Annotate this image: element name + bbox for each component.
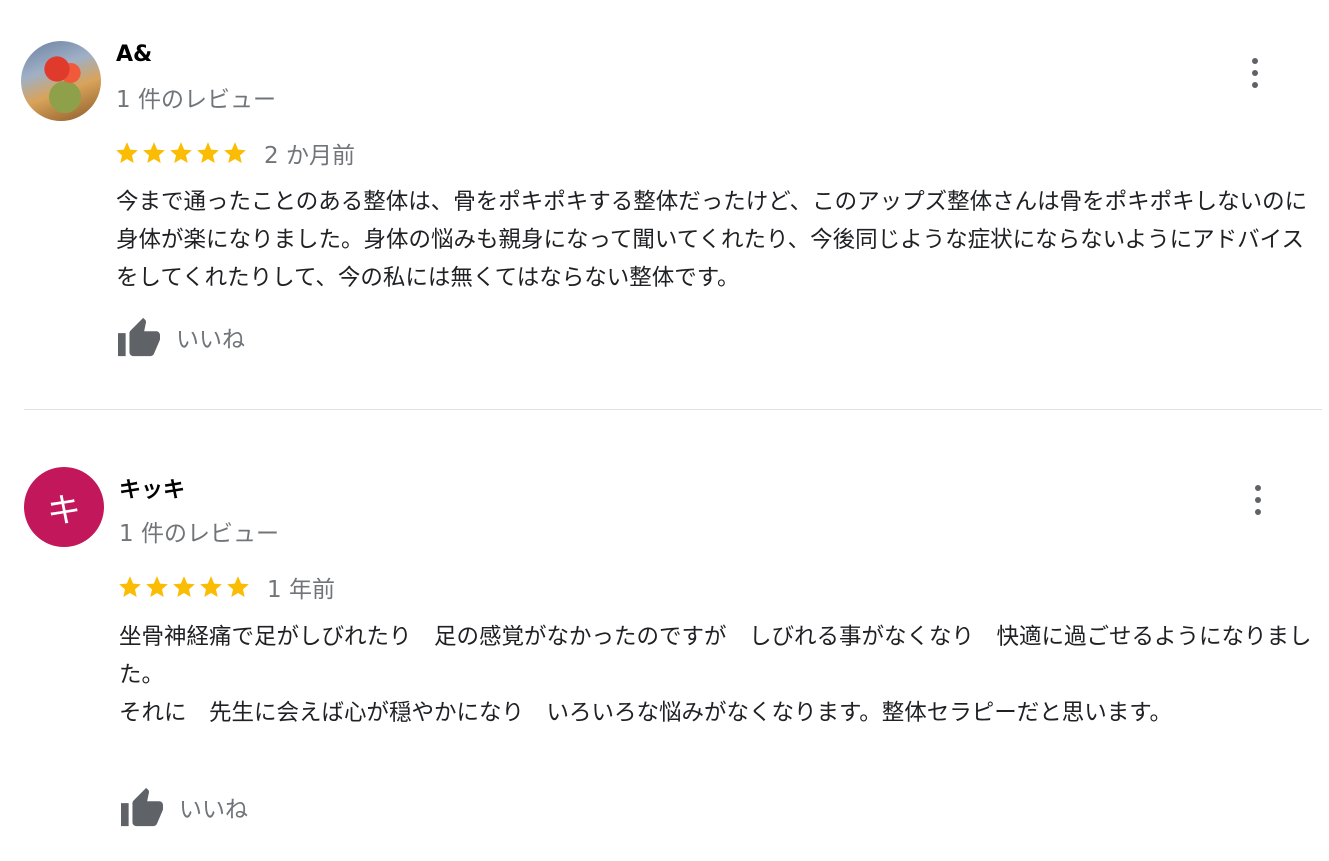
like-button[interactable]: いいね bbox=[119, 786, 248, 828]
reviewer-avatar[interactable]: キ bbox=[24, 467, 104, 547]
review-text: 坐骨神経痛で足がしびれたり 足の感覚がなかったのですが しびれる事がなくなり 快… bbox=[119, 624, 1312, 726]
star-rating bbox=[114, 140, 248, 166]
review-date: 2 か月前 bbox=[264, 143, 355, 169]
star-icon bbox=[146, 576, 168, 597]
review-divider bbox=[24, 409, 1322, 410]
star-icon bbox=[197, 142, 219, 163]
reviewer-avatar[interactable] bbox=[21, 41, 101, 121]
thumb-up-icon bbox=[118, 317, 160, 357]
rating-row: 2 か月前 bbox=[114, 136, 355, 170]
star-icon bbox=[143, 142, 165, 163]
star-icon bbox=[119, 576, 141, 597]
star-icon bbox=[116, 142, 138, 163]
review-count: 1 件のレビュー bbox=[116, 87, 276, 113]
thumb-up-icon bbox=[121, 787, 163, 827]
like-label: いいね bbox=[179, 797, 248, 823]
review-date: 1 年前 bbox=[267, 577, 335, 603]
more-options-icon[interactable] bbox=[1246, 483, 1270, 517]
review-count: 1 件のレビュー bbox=[119, 521, 279, 547]
more-options-icon[interactable] bbox=[1243, 56, 1267, 90]
rating-row: 1 年前 bbox=[117, 570, 335, 604]
review-text: 今まで通ったことのある整体は、骨をポキポキする整体だったけど、このアップズ整体さ… bbox=[116, 189, 1308, 291]
reviewer-name[interactable]: キッキ bbox=[119, 472, 185, 504]
star-icon bbox=[224, 142, 246, 163]
star-icon bbox=[173, 576, 195, 597]
star-rating bbox=[117, 574, 251, 600]
avatar-letter: キ bbox=[47, 490, 81, 531]
like-button[interactable]: いいね bbox=[116, 316, 245, 358]
star-icon bbox=[227, 576, 249, 597]
like-label: いいね bbox=[176, 327, 245, 353]
reviewer-name[interactable]: A& bbox=[116, 42, 152, 67]
star-icon bbox=[170, 142, 192, 163]
star-icon bbox=[200, 576, 222, 597]
